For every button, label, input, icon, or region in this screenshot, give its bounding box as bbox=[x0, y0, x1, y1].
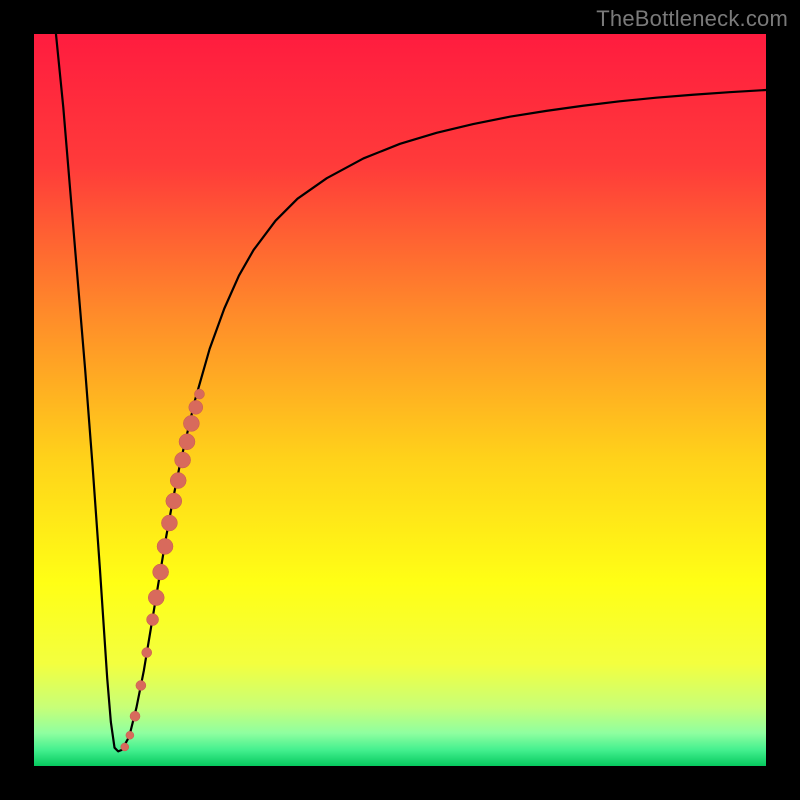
marker-dot bbox=[153, 564, 169, 580]
marker-dot bbox=[147, 614, 159, 626]
marker-dot bbox=[189, 400, 203, 414]
marker-dot bbox=[175, 452, 191, 468]
marker-dot bbox=[136, 680, 146, 690]
chart-container: TheBottleneck.com bbox=[0, 0, 800, 800]
marker-dot bbox=[183, 415, 199, 431]
marker-dot bbox=[170, 473, 186, 489]
marker-dot bbox=[179, 434, 195, 450]
marker-dot bbox=[161, 515, 177, 531]
marker-dot bbox=[157, 538, 173, 554]
marker-dot bbox=[126, 731, 134, 739]
chart-plot bbox=[34, 34, 766, 766]
marker-dot bbox=[166, 493, 182, 509]
marker-dot bbox=[142, 648, 152, 658]
marker-dot bbox=[121, 743, 129, 751]
marker-dot bbox=[194, 389, 204, 399]
watermark-text: TheBottleneck.com bbox=[596, 6, 788, 32]
marker-dot bbox=[130, 711, 140, 721]
marker-dot bbox=[148, 590, 164, 606]
